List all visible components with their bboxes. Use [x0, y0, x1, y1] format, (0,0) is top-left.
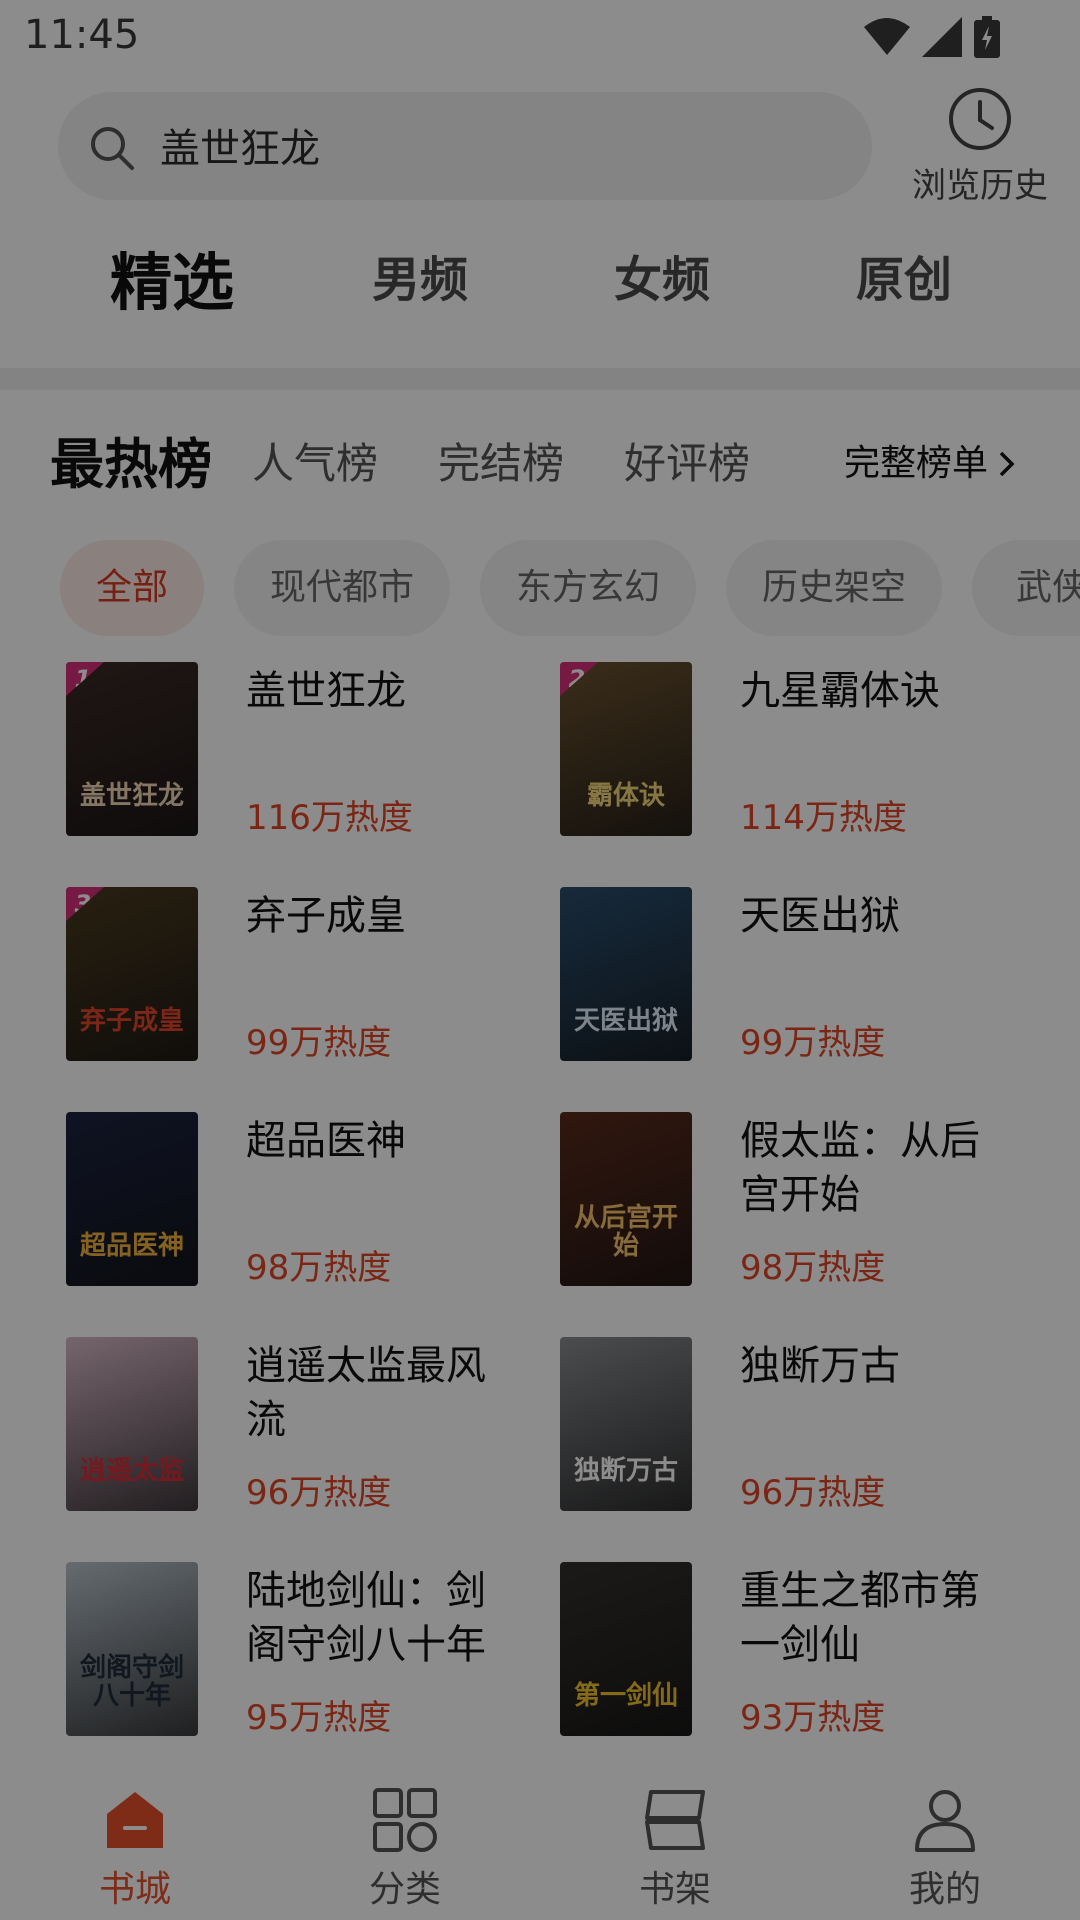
dim-overlay[interactable]: [0, 0, 1080, 1920]
